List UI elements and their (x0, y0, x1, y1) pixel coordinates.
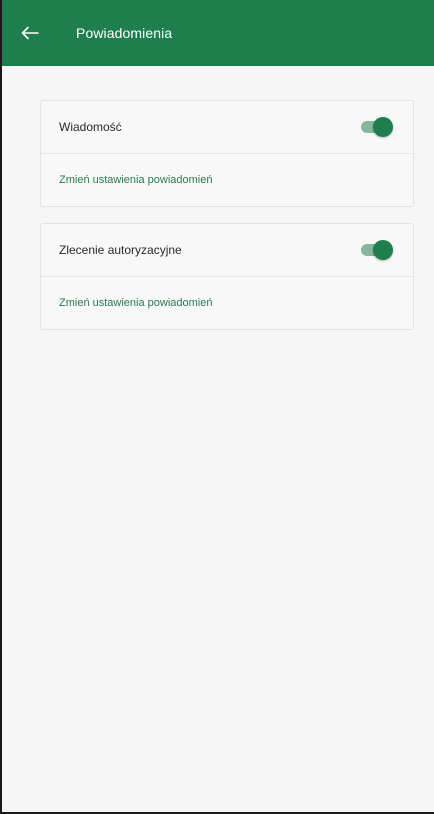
toggle-thumb (373, 240, 393, 260)
card-label: Wiadomość (59, 120, 122, 134)
notification-toggle[interactable] (359, 117, 393, 137)
app-bar: Powiadomienia (2, 0, 434, 66)
screen: Powiadomienia Wiadomość Zmień ustawienia… (0, 0, 434, 814)
change-settings-link[interactable]: Zmień ustawienia powiadomień (41, 277, 413, 329)
page-title: Powiadomienia (76, 25, 173, 41)
card-label: Zlecenie autoryzacyjne (59, 243, 182, 257)
change-settings-link[interactable]: Zmień ustawienia powiadomień (41, 154, 413, 206)
notification-toggle[interactable] (359, 240, 393, 260)
card-header: Wiadomość (41, 101, 413, 154)
card-header: Zlecenie autoryzacyjne (41, 224, 413, 277)
toggle-thumb (373, 117, 393, 137)
arrow-left-icon (21, 26, 39, 40)
content: Wiadomość Zmień ustawienia powiadomień Z… (2, 66, 434, 330)
notification-card-authorization: Zlecenie autoryzacyjne Zmień ustawienia … (40, 223, 414, 330)
back-button[interactable] (2, 0, 58, 66)
notification-card-message: Wiadomość Zmień ustawienia powiadomień (40, 100, 414, 207)
